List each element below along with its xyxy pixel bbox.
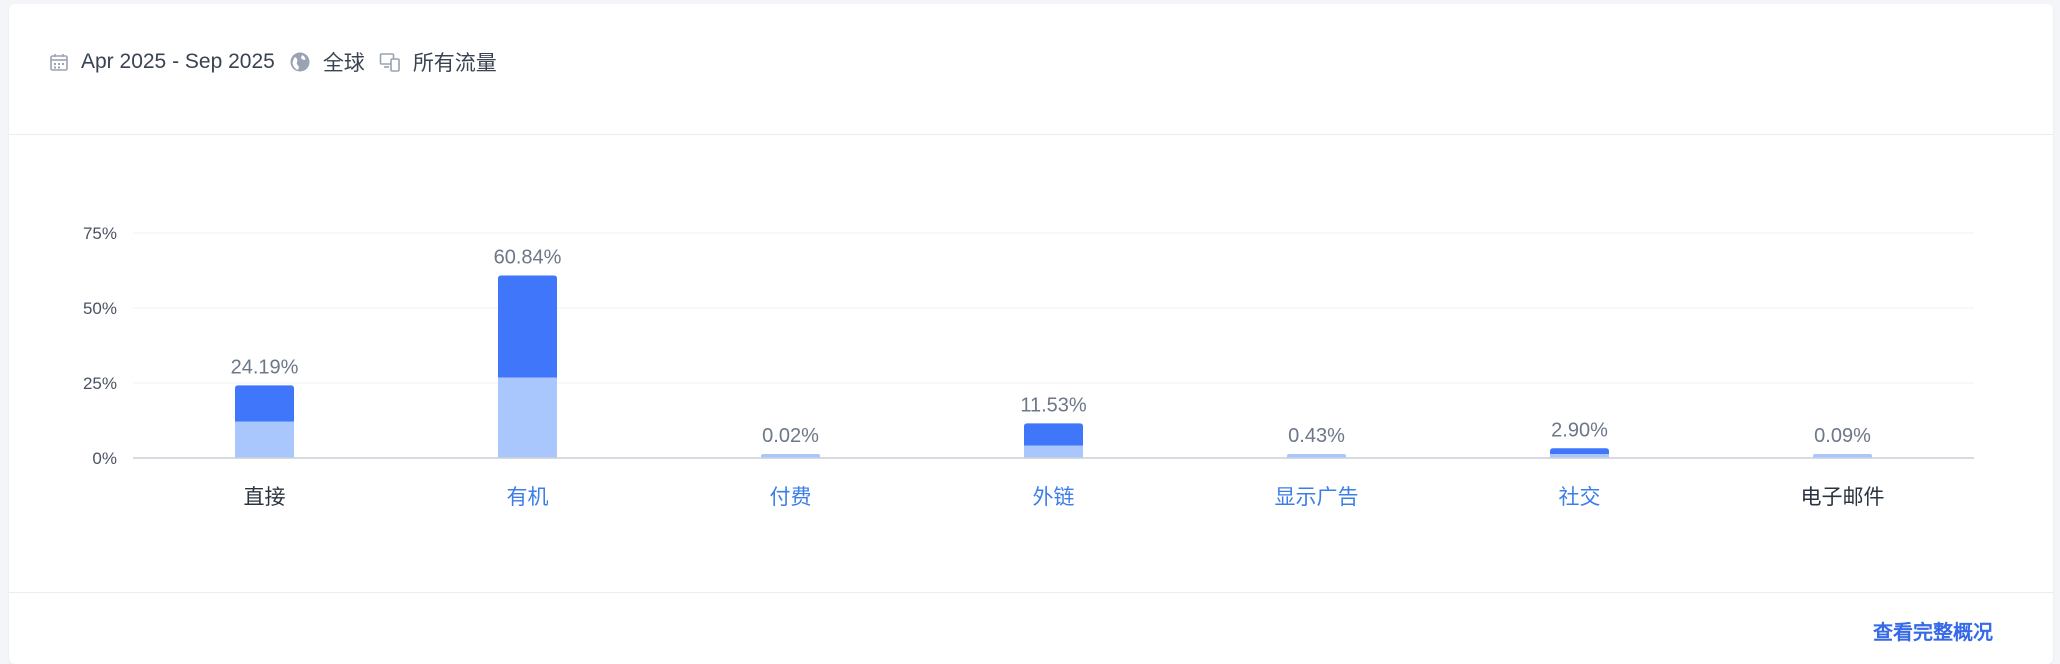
traffic-channels-card: Apr 2025 - Sep 2025 全球 所有流量 75% 50% 25% 0% 2… (9, 4, 2053, 664)
bar-segment-dark[interactable] (498, 275, 557, 378)
bar-segment-light[interactable] (498, 377, 557, 458)
x-category-label[interactable]: 有机 (507, 486, 549, 509)
y-tick-label: 25% (83, 374, 117, 393)
y-tick-label: 0% (92, 449, 117, 468)
bar-segment-light[interactable] (235, 421, 294, 458)
x-category-label[interactable]: 社交 (1559, 486, 1601, 509)
x-category-label[interactable]: 外链 (1033, 486, 1075, 509)
y-tick-label: 75% (83, 224, 117, 243)
bar-segment-dark[interactable] (1024, 423, 1083, 446)
bar-value-label: 2.90% (1551, 419, 1608, 441)
bar-value-label: 60.84% (494, 246, 562, 268)
bar-value-label: 0.43% (1288, 425, 1345, 447)
x-category-label: 电子邮件 (1801, 486, 1885, 509)
bar-value-label: 0.09% (1814, 425, 1871, 447)
bar-value-label: 24.19% (231, 356, 299, 378)
bar-segment-dark[interactable] (235, 385, 294, 422)
x-category-label[interactable]: 付费 (770, 486, 812, 509)
footer-divider (9, 592, 2053, 593)
x-category-label: 直接 (244, 486, 286, 509)
bar-value-label: 11.53% (1020, 394, 1087, 416)
bar-value-label: 0.02% (762, 425, 819, 447)
bar-segment-light[interactable] (1024, 445, 1083, 458)
bar-segment-dark[interactable] (1550, 448, 1609, 454)
traffic-channels-chart: 75% 50% 25% 0% 24.19% 直接 60.84% 有机 0.02% 付费 11.53%… (83, 224, 1974, 509)
y-tick-label: 50% (83, 299, 117, 318)
x-category-label[interactable]: 显示广告 (1275, 486, 1359, 509)
view-full-overview-link[interactable]: 查看完整概况 (1873, 616, 1993, 645)
